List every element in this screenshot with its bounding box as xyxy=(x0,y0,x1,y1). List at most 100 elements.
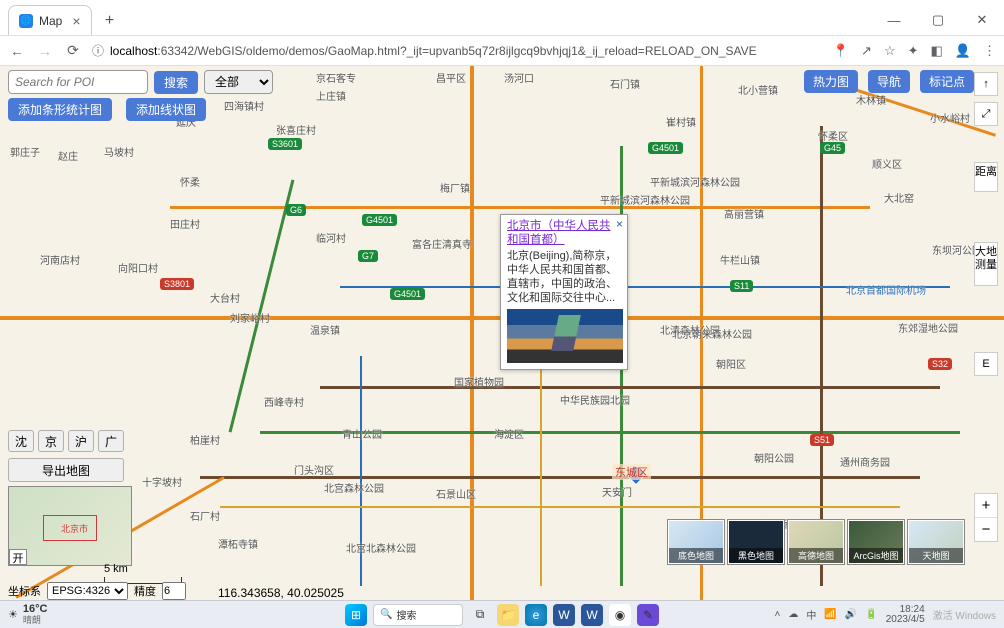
close-icon[interactable]: × xyxy=(72,13,80,29)
omnibox[interactable]: ⓘ localhost:63342/WebGIS/oldemo/demos/Ga… xyxy=(92,42,823,59)
map-label: 崔村镇 xyxy=(666,114,696,129)
category-select[interactable]: 全部 xyxy=(204,70,273,94)
highway-badge: G45 xyxy=(820,142,845,154)
forward-icon[interactable]: → xyxy=(36,43,54,59)
profile-icon[interactable]: 👤 xyxy=(955,43,971,59)
taskbar-search[interactable]: 🔍 搜索 xyxy=(373,604,463,626)
weather-widget[interactable]: ☀ 16°C 晴朗 xyxy=(0,604,55,626)
precision-label: 精度 xyxy=(134,583,156,599)
highway-badge: S11 xyxy=(730,280,753,292)
marker-link[interactable]: 标记点 xyxy=(920,70,974,93)
reload-icon[interactable]: ⟳ xyxy=(64,42,82,59)
app-icon-2[interactable]: W xyxy=(581,604,603,626)
basemap-amap[interactable]: 高德地图 xyxy=(788,520,844,564)
app-icon-3[interactable]: ✎ xyxy=(637,604,659,626)
overview-map[interactable]: 北京市 开 xyxy=(8,486,132,566)
map-label: 顺义区 xyxy=(872,156,902,171)
map-label: 大台村 xyxy=(210,290,240,305)
explorer-icon[interactable]: 📁 xyxy=(497,604,519,626)
close-button[interactable]: ✕ xyxy=(960,5,1004,35)
map-label: 北京朝来森林公园 xyxy=(672,326,752,341)
basemap-tianditu[interactable]: 天地图 xyxy=(908,520,964,564)
city-shanghai[interactable]: 沪 xyxy=(68,430,94,452)
tab-title: Map xyxy=(39,14,62,28)
wifi-icon[interactable]: 📶 xyxy=(824,609,836,620)
city-shenyang[interactable]: 沈 xyxy=(8,430,34,452)
task-view-icon[interactable]: ⧉ xyxy=(469,604,491,626)
zoom-in-button[interactable]: + xyxy=(975,494,997,518)
export-map-button[interactable]: 导出地图 xyxy=(8,458,124,482)
heatmap-link[interactable]: 热力图 xyxy=(804,70,858,93)
map-label: 河南店村 xyxy=(40,252,80,267)
site-info-icon[interactable]: ⓘ xyxy=(92,42,104,59)
basemap-light[interactable]: 底色地图 xyxy=(668,520,724,564)
chrome-icon[interactable]: ◉ xyxy=(609,604,631,626)
tab-favicon: 🌐 xyxy=(19,14,33,28)
popup-title-link[interactable]: 北京市（中华人民共和国首都） xyxy=(507,220,611,246)
sidepanel-icon[interactable]: ◧ xyxy=(931,43,943,59)
crs-select[interactable]: EPSG:4326 xyxy=(47,582,128,600)
map-canvas[interactable]: 京石客专 怀柔 延庆 上庄镇 梅厂镇 昌平区 张喜庄村 崔村镇 石门镇 北小营镇… xyxy=(0,66,1004,600)
highway-badge: G4501 xyxy=(648,142,683,154)
map-label: 马坡村 xyxy=(104,144,134,159)
highway-badge: G4501 xyxy=(390,288,425,300)
highway-badge: G7 xyxy=(358,250,378,262)
battery-icon[interactable]: 🔋 xyxy=(865,609,877,620)
volume-icon[interactable]: 🔊 xyxy=(845,609,857,620)
map-label: 小水峪村 xyxy=(930,110,970,125)
map-label: 梅厂镇 xyxy=(440,180,470,195)
popup-close-icon[interactable]: × xyxy=(616,217,623,231)
search-input[interactable] xyxy=(8,70,148,94)
maximize-button[interactable]: ▢ xyxy=(916,5,960,35)
chevron-up-icon[interactable]: ˄ xyxy=(775,609,781,620)
map-label: 十字坡村 xyxy=(142,474,182,489)
city-guangzhou[interactable]: 广 xyxy=(98,430,124,452)
bookmark-icon[interactable]: ☆ xyxy=(884,43,896,59)
search-button[interactable]: 搜索 xyxy=(154,71,198,94)
city-beijing[interactable]: 京 xyxy=(38,430,64,452)
map-label: 高丽营镇 xyxy=(724,206,764,221)
cursor-coordinates: 116.343658, 40.025025 xyxy=(218,586,344,600)
map-label: 石厂村 xyxy=(190,508,220,523)
map-label: 上庄镇 xyxy=(316,88,346,103)
crs-label: 坐标系 xyxy=(8,583,41,599)
fullscreen-icon[interactable]: ⤢ xyxy=(982,105,991,124)
start-icon[interactable]: ⊞ xyxy=(345,604,367,626)
route-link[interactable]: 导航 xyxy=(868,70,910,93)
north-arrow-icon[interactable]: ↑ xyxy=(983,75,989,94)
add-bar-chart-button[interactable]: 添加条形统计图 xyxy=(8,98,112,121)
highway-badge: S3801 xyxy=(160,278,194,290)
highway-badge: G6 xyxy=(286,204,306,216)
new-tab-button[interactable]: + xyxy=(98,9,122,33)
extensions-icon[interactable]: ✦ xyxy=(908,43,919,59)
map-label: 石景山区 xyxy=(436,486,476,501)
add-line-chart-button[interactable]: 添加线状图 xyxy=(126,98,206,121)
location-icon[interactable]: 📍 xyxy=(833,43,849,59)
menu-icon[interactable]: ⋮ xyxy=(983,43,996,59)
back-icon[interactable]: ← xyxy=(8,43,26,59)
clock[interactable]: 18:24 2023/4/5 xyxy=(886,605,925,625)
map-label: 牛栏山镇 xyxy=(720,252,760,267)
edge-icon[interactable]: e xyxy=(525,604,547,626)
measure-distance-button[interactable]: 距离 xyxy=(975,163,997,182)
system-tray[interactable]: ˄ ☁ 中 📶 🔊 🔋 18:24 2023/4/5 激活 Windows xyxy=(767,605,1004,625)
crs-row: 坐标系 EPSG:4326 精度 xyxy=(8,582,186,600)
basemap-arcgis[interactable]: ArcGis地图 xyxy=(848,520,904,564)
share-icon[interactable]: ↗ xyxy=(861,43,872,59)
overview-toggle[interactable]: 开 xyxy=(9,549,27,565)
basemap-dark[interactable]: 黑色地图 xyxy=(728,520,784,564)
measure-area-button[interactable]: 大地测量 xyxy=(975,243,997,275)
popup-image xyxy=(507,309,623,363)
map-label: 朝阳公园 xyxy=(754,450,794,465)
onedrive-icon[interactable]: ☁ xyxy=(788,609,798,620)
app-icon-1[interactable]: W xyxy=(553,604,575,626)
browser-tab[interactable]: 🌐 Map × xyxy=(8,5,92,35)
map-label: 昌平区 xyxy=(436,70,466,85)
ime-indicator[interactable]: 中 xyxy=(806,607,816,622)
zoom-out-button[interactable]: − xyxy=(975,518,997,541)
city-buttons: 沈 京 沪 广 xyxy=(8,430,124,452)
minimize-button[interactable]: — xyxy=(872,5,916,35)
precision-input[interactable] xyxy=(162,582,186,600)
map-label: 温泉镇 xyxy=(310,322,340,337)
map-label: 平新城滨河森林公园 xyxy=(650,174,740,189)
